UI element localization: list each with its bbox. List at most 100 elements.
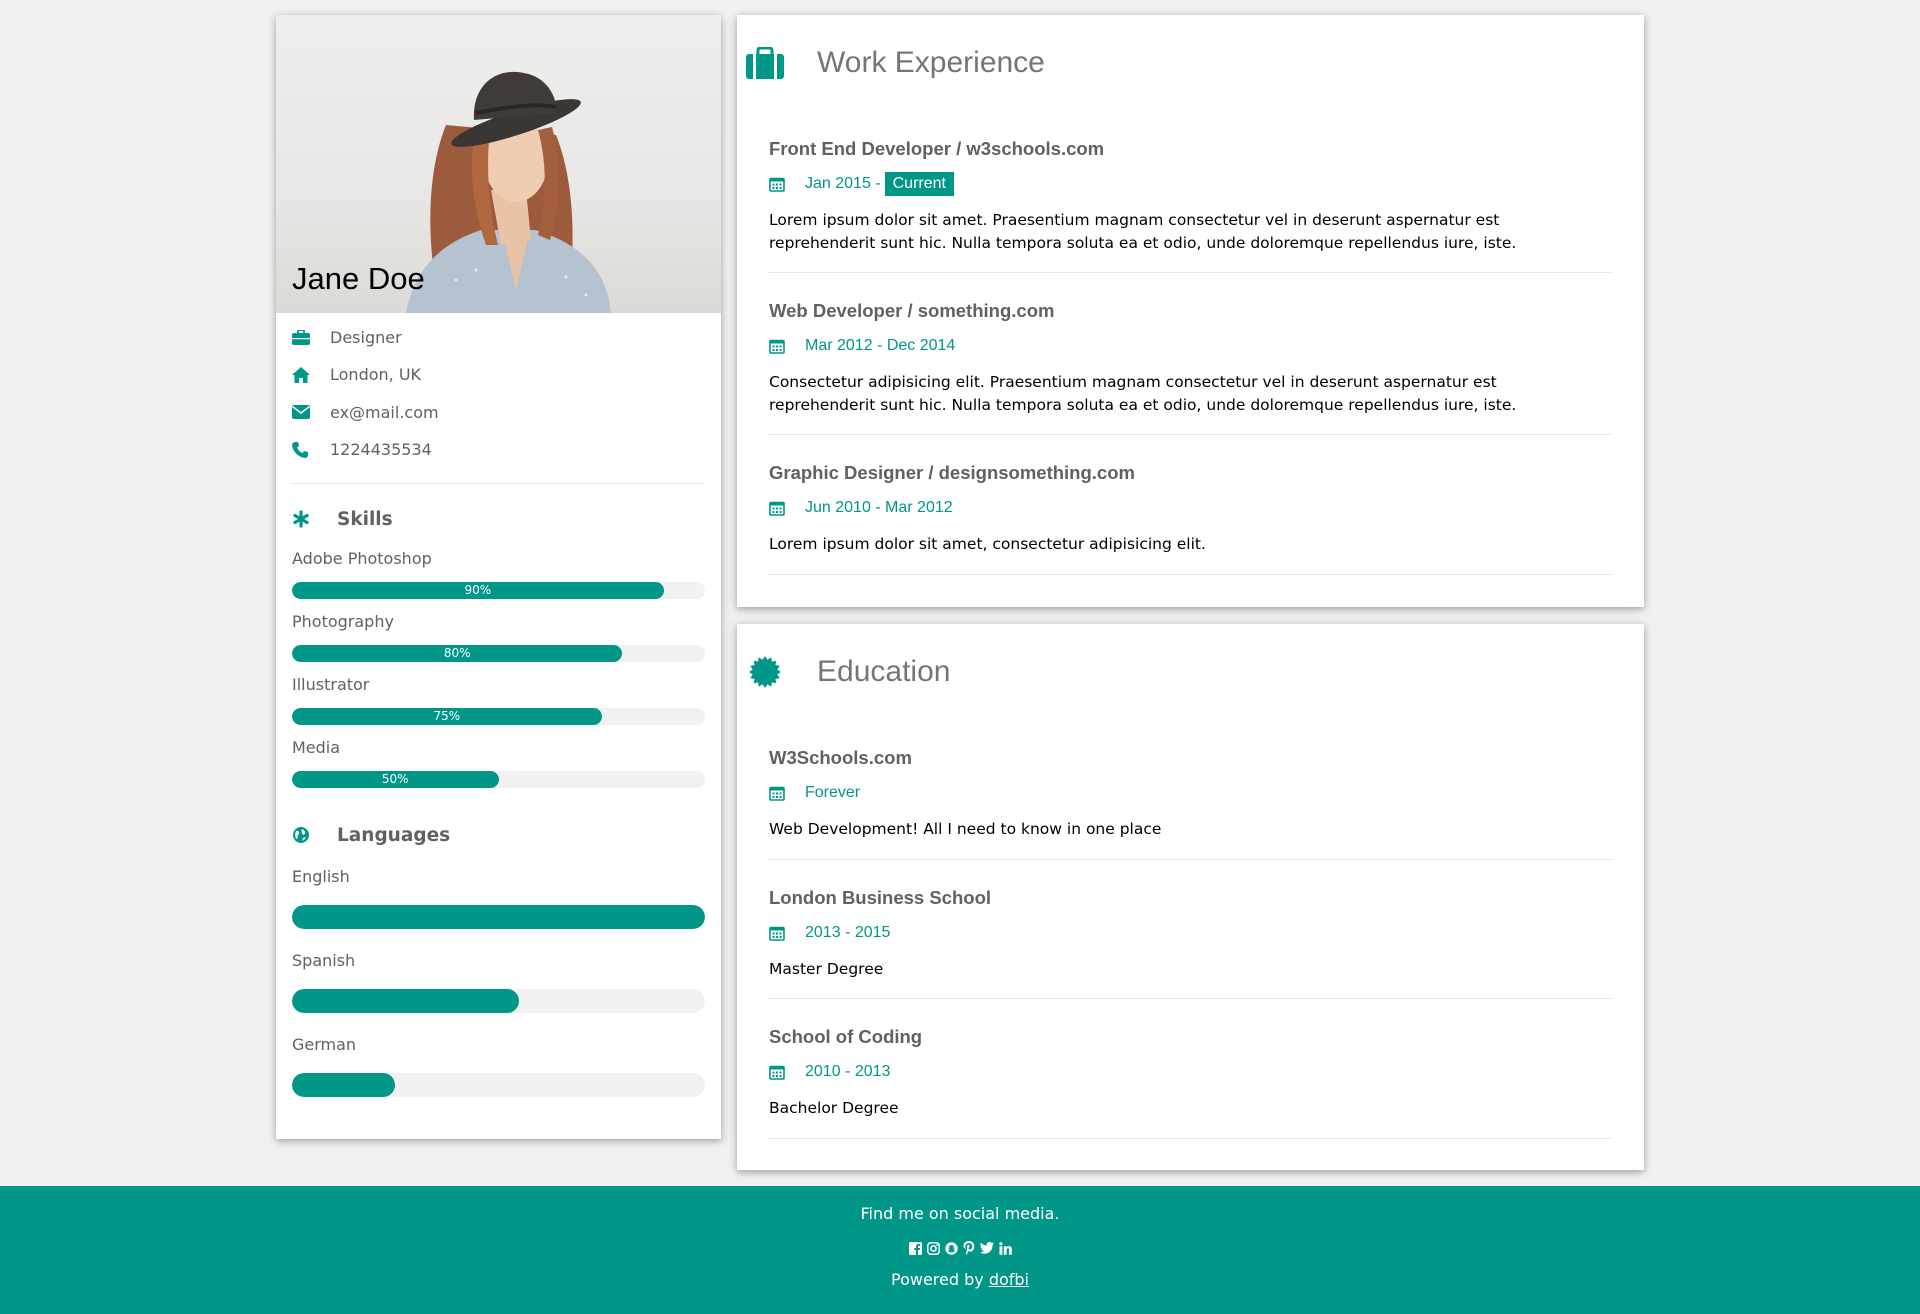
info-phone: 1224435534 — [292, 431, 705, 468]
contact-info: Designer London, UK ex@mail.com 12244355… — [292, 313, 705, 468]
education-entry-description: Web Development! All I need to know in o… — [769, 820, 1162, 838]
work-entry: Graphic Designer / designsomething.com J… — [769, 461, 1612, 575]
education-entry-date: Forever — [769, 781, 1612, 805]
language-bar-track — [292, 905, 705, 930]
education-entry: W3Schools.com Forever Web Development! A… — [769, 746, 1612, 860]
skill-item: Adobe Photoshop 90% — [292, 548, 705, 600]
education-title: Education — [817, 655, 951, 688]
work-entry-description: Lorem ipsum dolor sit amet. Praesentium … — [769, 211, 1517, 252]
asterisk-icon — [292, 510, 316, 528]
language-bar-fill — [292, 1073, 396, 1098]
globe-icon — [292, 826, 316, 844]
envelope-icon — [292, 403, 316, 421]
skill-bar-track: 75% — [292, 708, 705, 726]
work-entry-date: Jun 2010 - Mar 2012 — [769, 496, 1612, 520]
language-item: English — [292, 866, 705, 930]
info-phone-text: 1224435534 — [330, 440, 432, 460]
twitter-icon[interactable] — [980, 1241, 994, 1255]
calendar-icon — [769, 176, 789, 192]
work-entry-date-text: Mar 2012 - Dec 2014 — [805, 337, 956, 354]
skill-item: Photography 80% — [292, 611, 705, 663]
info-job: Designer — [292, 319, 705, 356]
calendar-icon — [769, 500, 789, 516]
instagram-icon[interactable] — [926, 1241, 940, 1255]
info-location: London, UK — [292, 356, 705, 393]
education-entry-title: School of Coding — [769, 1026, 923, 1047]
language-label: Spanish — [292, 951, 356, 971]
skill-bar-fill: 80% — [292, 645, 623, 663]
skills-title: Skills — [337, 508, 393, 530]
calendar-icon — [769, 1064, 789, 1080]
calendar-icon — [769, 925, 789, 941]
calendar-icon — [769, 785, 789, 801]
skill-item: Illustrator 75% — [292, 674, 705, 726]
info-email: ex@mail.com — [292, 394, 705, 431]
skill-bar-track: 90% — [292, 582, 705, 600]
skill-bar-fill: 75% — [292, 708, 602, 726]
social-links — [0, 1241, 1920, 1257]
skill-bar-fill: 90% — [292, 582, 664, 600]
work-entry-title: Graphic Designer / designsomething.com — [769, 462, 1135, 483]
education-entry-date-text: 2010 - 2013 — [805, 1063, 891, 1080]
language-bar-fill — [292, 905, 705, 930]
languages-title: Languages — [337, 824, 451, 846]
work-experience-card: Work Experience Front End Developer / w3… — [737, 15, 1644, 607]
phone-icon — [292, 441, 316, 459]
work-experience-heading: Work Experience — [745, 15, 1612, 111]
facebook-icon[interactable] — [908, 1241, 922, 1255]
work-entry-description: Lorem ipsum dolor sit amet, consectetur … — [769, 535, 1206, 553]
education-entry-date: 2010 - 2013 — [769, 1060, 1612, 1084]
skill-bar-fill: 50% — [292, 771, 499, 789]
work-entry-date-text: Jun 2010 - Mar 2012 — [805, 499, 953, 516]
work-entry-date: Mar 2012 - Dec 2014 — [769, 334, 1612, 358]
powered-by-link[interactable]: dofbi — [989, 1270, 1029, 1289]
pinterest-icon[interactable] — [962, 1241, 976, 1255]
divider — [292, 483, 705, 485]
skill-label: Media — [292, 738, 341, 758]
certificate-icon — [745, 652, 785, 692]
home-icon — [292, 366, 316, 384]
footer: Find me on social media. Powered by dofb… — [0, 1186, 1920, 1314]
work-entry-description: Consectetur adipisicing elit. Praesentiu… — [769, 373, 1517, 414]
education-entry: School of Coding 2010 - 2013 Bachelor De… — [769, 1025, 1612, 1139]
info-job-text: Designer — [330, 328, 402, 348]
work-entry-date-text: Jan 2015 - — [805, 175, 881, 192]
language-bar-track — [292, 1073, 705, 1098]
language-bar-fill — [292, 989, 520, 1014]
briefcase-icon — [292, 329, 316, 347]
current-badge: Current — [884, 172, 954, 196]
skill-label: Photography — [292, 612, 394, 632]
skill-label: Illustrator — [292, 675, 370, 695]
work-entry: Front End Developer / w3schools.com Jan … — [769, 137, 1612, 273]
skill-item: Media 50% — [292, 737, 705, 789]
education-card: Education W3Schools.com Forever Web Deve… — [737, 624, 1644, 1170]
education-entry-date-text: Forever — [805, 784, 861, 801]
languages-heading: Languages — [292, 818, 705, 852]
info-email-text: ex@mail.com — [330, 402, 439, 422]
skills-list: Adobe Photoshop 90% Photography 80% Illu… — [292, 548, 705, 789]
info-location-text: London, UK — [330, 365, 422, 385]
skill-bar-track: 50% — [292, 771, 705, 789]
powered-by: Powered by dofbi — [0, 1269, 1920, 1291]
language-item: Spanish — [292, 950, 705, 1014]
education-entry-date: 2013 - 2015 — [769, 921, 1612, 945]
language-label: English — [292, 867, 350, 887]
skill-label: Adobe Photoshop — [292, 549, 432, 569]
footer-text: Find me on social media. — [860, 1204, 1060, 1223]
languages-list: English Spanish German — [292, 866, 705, 1098]
language-item: German — [292, 1034, 705, 1098]
powered-by-prefix: Powered by — [890, 1270, 984, 1289]
education-entry-title: London Business School — [769, 886, 992, 908]
snapchat-icon[interactable] — [944, 1241, 958, 1255]
education-entry-title: W3Schools.com — [769, 747, 912, 768]
calendar-icon — [769, 338, 789, 354]
work-experience-title: Work Experience — [817, 46, 1045, 79]
work-entry-date: Jan 2015 - Current — [769, 172, 1612, 196]
work-entry: Web Developer / something.com Mar 2012 -… — [769, 299, 1612, 435]
language-label: German — [292, 1035, 357, 1055]
education-heading: Education — [745, 624, 1612, 720]
profile-card: Jane Doe Designer London, UK ex@mail.com — [276, 15, 721, 1139]
profile-photo: Jane Doe — [276, 15, 721, 313]
education-entry-description: Master Degree — [769, 959, 884, 978]
linkedin-icon[interactable] — [998, 1241, 1012, 1255]
